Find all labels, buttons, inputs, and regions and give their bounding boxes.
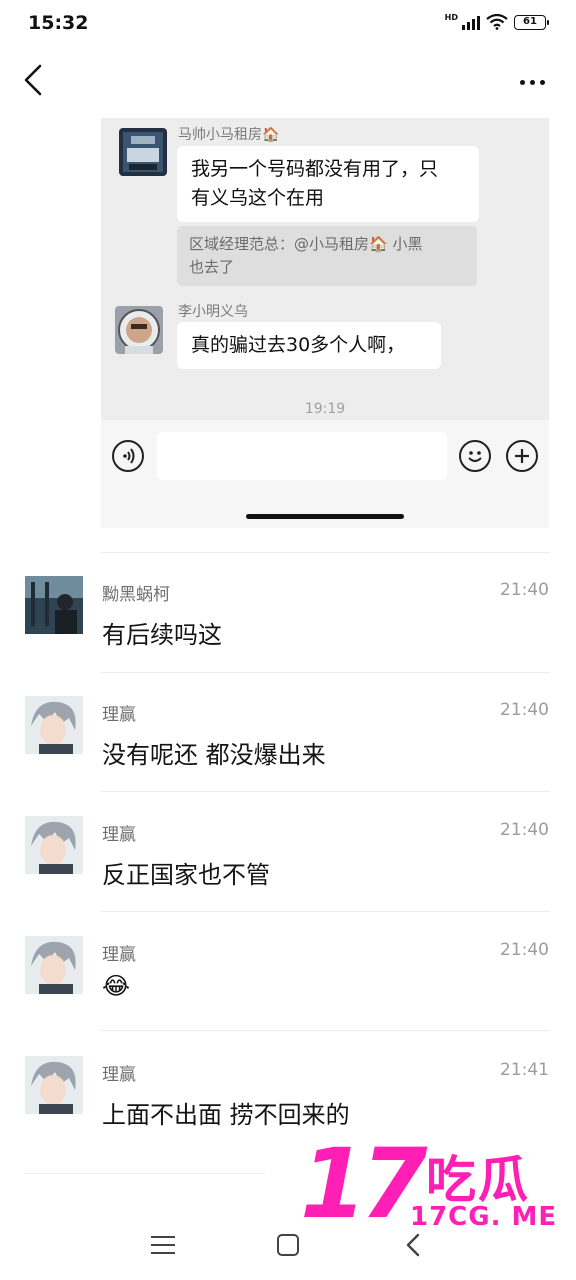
more-dot	[529, 79, 535, 85]
divider	[101, 791, 550, 792]
chevron-left-icon	[24, 64, 42, 96]
comment-author[interactable]: 理赢	[102, 1060, 136, 1085]
comment-time: 21:40	[500, 820, 549, 840]
home-indicator	[246, 514, 404, 519]
comment-author[interactable]: 理赢	[102, 820, 136, 845]
sender-name: 马帅小马租房🏠	[178, 127, 280, 143]
divider	[101, 552, 550, 553]
avatar	[25, 816, 83, 874]
home-square-icon[interactable]	[277, 1234, 299, 1256]
divider	[101, 911, 550, 912]
avatar	[25, 936, 83, 994]
avatar	[25, 696, 83, 754]
comment-emoji: 😂	[102, 972, 131, 1000]
chat-input-bar	[101, 420, 549, 528]
back-chevron-icon[interactable]	[404, 1233, 424, 1257]
message-bubble: 真的骗过去30多个人啊，	[177, 322, 441, 369]
avatar	[119, 128, 167, 176]
battery-icon: 61	[514, 14, 549, 30]
embedded-chat-screenshot[interactable]: 马帅小马租房🏠 我另一个号码都没有用了，只 有义乌这个在用 区域经理范总：@小马…	[101, 118, 549, 528]
more-dot	[539, 79, 545, 85]
menu-icon[interactable]	[151, 1234, 175, 1256]
avatar	[25, 576, 83, 634]
comment-thread-screen: 15:32 HD 61 马帅小马租房🏠 我另一个号码都没有用了，只 有义乌这个在…	[0, 0, 576, 1280]
avatar	[25, 1056, 83, 1114]
divider	[101, 672, 550, 673]
sender-name: 李小明义乌	[178, 304, 248, 320]
divider	[25, 1173, 265, 1174]
message-line: 我另一个号码都没有用了，只	[191, 158, 439, 180]
emoji-icon[interactable]	[459, 440, 491, 472]
comment-time: 21:40	[500, 580, 549, 600]
avatar	[115, 306, 163, 354]
comment-text: 有后续吗这	[102, 621, 222, 649]
comment-time: 21:41	[500, 1060, 549, 1080]
message-input[interactable]	[157, 432, 447, 480]
more-options-button[interactable]	[514, 68, 550, 96]
quote-line: 区域经理范总：@小马租房🏠 小黑	[189, 235, 423, 253]
status-icons: HD 61	[444, 13, 549, 30]
top-nav-bar	[0, 50, 576, 114]
divider	[101, 1030, 550, 1031]
quote-line: 也去了	[189, 258, 235, 276]
plus-icon[interactable]	[506, 440, 538, 472]
comment-item[interactable]: 黝黑蜗柯 21:40 有后续吗这	[0, 560, 576, 678]
comment-item[interactable]: 理赢 21:40 没有呢还 都没爆出来	[0, 680, 576, 798]
comment-author[interactable]: 黝黑蜗柯	[102, 580, 170, 605]
status-bar: 15:32 HD 61	[0, 0, 576, 50]
chat-timestamp: 19:19	[304, 401, 346, 417]
status-time: 15:32	[28, 12, 89, 34]
hd-indicator: HD	[444, 13, 458, 22]
comment-time: 21:40	[500, 700, 549, 720]
more-dot	[519, 79, 525, 85]
comment-text: 上面不出面 捞不回来的	[102, 1101, 350, 1129]
message-bubble: 我另一个号码都没有用了，只 有义乌这个在用	[177, 146, 479, 222]
comment-item[interactable]: 理赢 21:40 反正国家也不管	[0, 800, 576, 918]
quoted-message: 区域经理范总：@小马租房🏠 小黑 也去了	[177, 226, 477, 286]
wifi-icon	[486, 14, 508, 30]
back-button[interactable]	[18, 62, 54, 102]
comment-author[interactable]: 理赢	[102, 940, 136, 965]
signal-icon	[462, 14, 480, 30]
comment-text: 没有呢还 都没爆出来	[102, 741, 326, 769]
comment-author[interactable]: 理赢	[102, 700, 136, 725]
comment-item[interactable]: 理赢 21:40 😂	[0, 920, 576, 1038]
comment-time: 21:40	[500, 940, 549, 960]
voice-icon[interactable]	[112, 440, 144, 472]
system-nav-bar	[0, 1215, 576, 1280]
message-line: 有义乌这个在用	[191, 187, 325, 209]
comment-text: 反正国家也不管	[102, 861, 270, 889]
